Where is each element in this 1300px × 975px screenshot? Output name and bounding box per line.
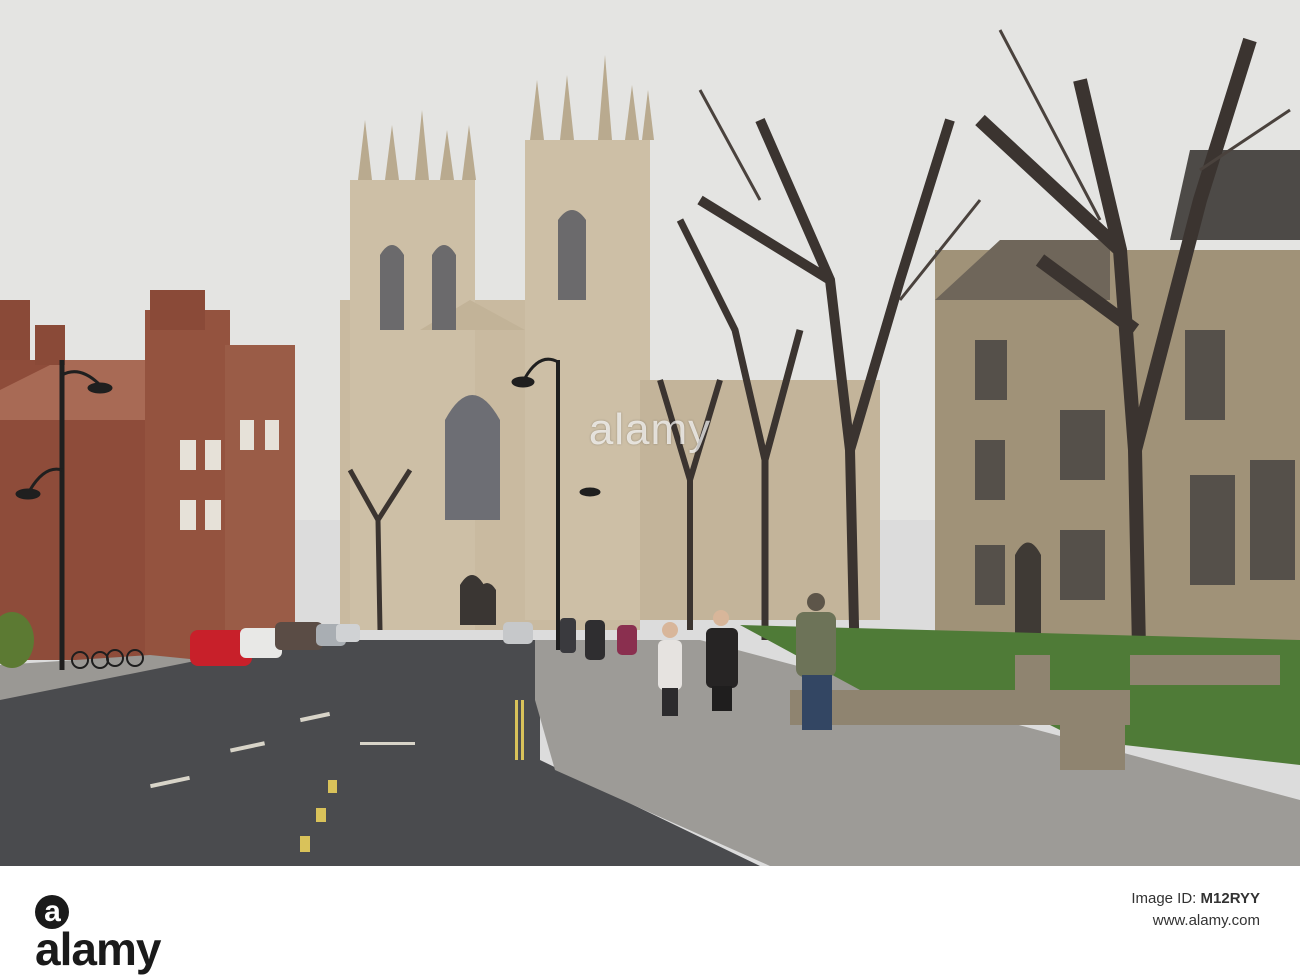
photo-scene: alamy (0, 0, 1300, 866)
image-id-value: M12RYY (1200, 890, 1260, 907)
image-id-label: Image ID: (1131, 890, 1197, 907)
site-url: www.alamy.com (1152, 912, 1260, 929)
photo-illustration (0, 0, 1300, 866)
stock-footer: aalamy Image ID: M12RYY www.alamy.com (0, 866, 1300, 972)
alamy-logo: aalamy (35, 888, 161, 972)
image-meta: Image ID: M12RYY www.alamy.com (560, 888, 1260, 932)
logo-text: alamy (35, 922, 161, 975)
image-id-line: Image ID: M12RYY (560, 888, 1260, 910)
